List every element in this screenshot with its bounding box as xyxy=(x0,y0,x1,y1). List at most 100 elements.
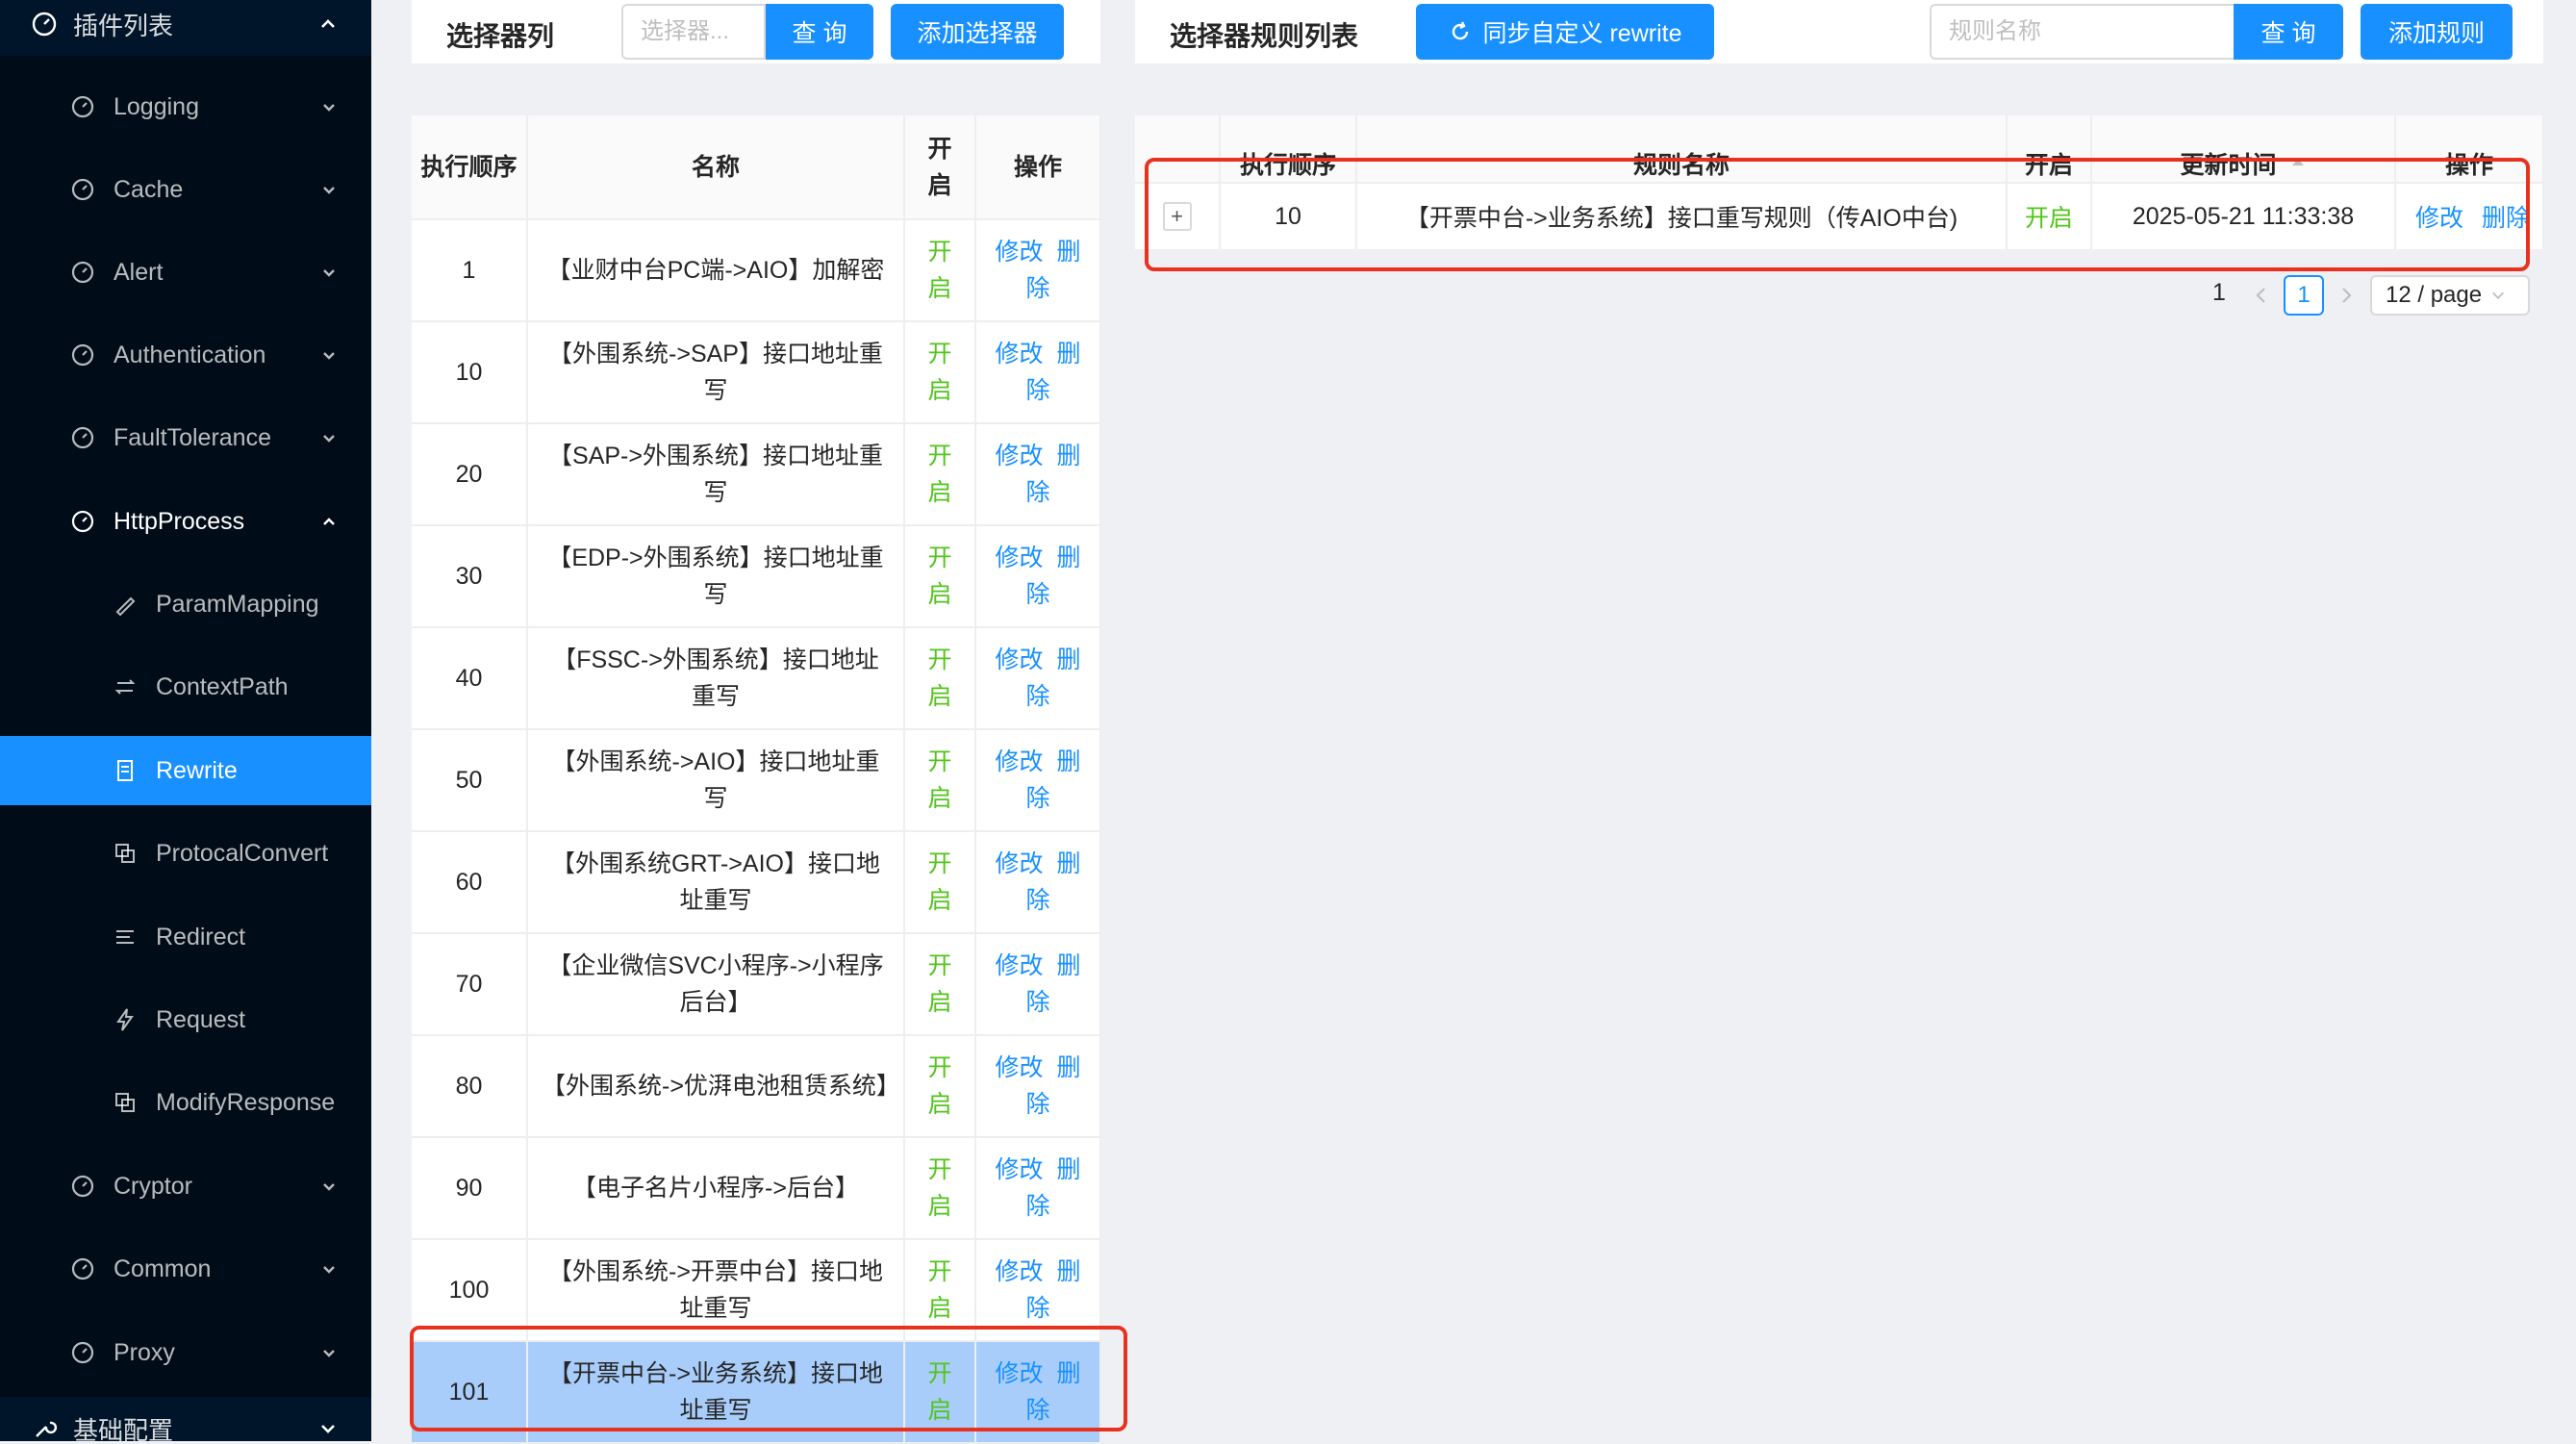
page-size-select[interactable]: 12 / page xyxy=(2370,275,2530,316)
edit-link[interactable]: 修改 xyxy=(995,1360,1043,1387)
table-row[interactable]: 80 【外围系统->优湃电池租赁系统】 开启 修改 删除 xyxy=(412,1035,1101,1138)
chevron-right-icon[interactable] xyxy=(2334,283,2359,308)
rule-query-button[interactable]: 查 询 xyxy=(2234,4,2343,60)
add-selector-button[interactable]: 添加选择器 xyxy=(891,4,1064,60)
sidebar-group-plugins[interactable]: 插件列表 xyxy=(0,0,371,56)
table-row[interactable]: 60 【外围系统GRT->AIO】接口地址重写 开启 修改 删除 xyxy=(412,831,1101,934)
enabled-label: 开启 xyxy=(927,443,952,506)
swap-icon xyxy=(114,679,136,695)
chevron-up-icon xyxy=(321,19,335,28)
sidebar-item-httpprocess[interactable]: HttpProcess xyxy=(0,487,371,556)
table-row[interactable]: 101 【开票中台->业务系统】接口地址重写 开启 修改 删除 xyxy=(412,1341,1101,1444)
chevron-down-icon xyxy=(321,1425,335,1433)
sidebar-item-redirect[interactable]: Redirect xyxy=(0,902,371,972)
dashboard-icon xyxy=(71,178,94,201)
selector-enabled-cell: 开启 xyxy=(904,1341,976,1444)
edit-link[interactable]: 修改 xyxy=(995,850,1043,877)
enabled-label: 开启 xyxy=(927,1360,952,1424)
column-header-order: 执行顺序 xyxy=(1220,115,1357,184)
sidebar-item-faulttolerance[interactable]: FaultTolerance xyxy=(0,403,371,472)
edit-link[interactable]: 修改 xyxy=(995,341,1043,367)
edit-link[interactable]: 修改 xyxy=(995,952,1043,979)
selector-enabled-cell: 开启 xyxy=(904,1239,976,1342)
edit-link[interactable]: 修改 xyxy=(995,239,1043,266)
selector-name-cell: 【外围系统GRT->AIO】接口地址重写 xyxy=(527,831,905,934)
selector-actions-cell: 修改 删除 xyxy=(975,933,1101,1036)
chevron-down-icon xyxy=(323,104,335,112)
selector-name-cell: 【开票中台->业务系统】接口地址重写 xyxy=(527,1341,905,1444)
edit-link[interactable]: 修改 xyxy=(995,1258,1043,1285)
selector-panel-title: 选择器列 xyxy=(446,21,555,51)
table-row[interactable]: 100 【外围系统->开票中台】接口地址重写 开启 修改 删除 xyxy=(412,1239,1101,1342)
sidebar-item-alert[interactable]: Alert xyxy=(0,238,371,307)
sort-icon[interactable] xyxy=(2290,157,2306,176)
sync-icon xyxy=(1452,21,1468,40)
sidebar-item-label: Cryptor xyxy=(114,1172,192,1200)
column-header-order: 执行顺序 xyxy=(412,115,528,220)
table-row[interactable]: 40 【FSSC->外围系统】接口地址重写 开启 修改 删除 xyxy=(412,627,1101,730)
sidebar-item-request[interactable]: Request xyxy=(0,985,371,1054)
table-row[interactable]: 30 【EDP->外围系统】接口地址重写 开启 修改 删除 xyxy=(412,525,1101,628)
enabled-label: 开启 xyxy=(927,952,952,1016)
sidebar-item-parammapping[interactable]: ParamMapping xyxy=(0,570,371,639)
sidebar-item-common[interactable]: Common xyxy=(0,1234,371,1304)
sidebar-item-protocalconvert[interactable]: ProtocalConvert xyxy=(0,819,371,888)
table-row[interactable]: 70 【企业微信SVC小程序->小程序后台】 开启 修改 删除 xyxy=(412,933,1101,1036)
rule-search-input[interactable] xyxy=(1930,4,2241,60)
dashboard-icon xyxy=(32,12,57,37)
sidebar-item-label: ProtocalConvert xyxy=(156,839,329,867)
selector-query-button[interactable]: 查 询 xyxy=(766,4,873,60)
selector-enabled-cell: 开启 xyxy=(904,219,976,322)
sidebar-item-logging[interactable]: Logging xyxy=(0,72,371,141)
edit-link[interactable]: 修改 xyxy=(995,1054,1043,1081)
edit-link[interactable]: 修改 xyxy=(995,443,1043,469)
page-size-value: 12 / page xyxy=(2386,282,2483,308)
rule-actions-cell: 修改 删除 xyxy=(2395,183,2543,250)
table-row[interactable]: 90 【电子名片小程序->后台】 开启 修改 删除 xyxy=(412,1137,1101,1240)
dashboard-icon xyxy=(71,1257,94,1280)
sidebar-group-label: 基础配置 xyxy=(73,1415,174,1442)
enabled-label: 开启 xyxy=(927,341,952,404)
expand-row-button[interactable]: + xyxy=(1162,202,1192,231)
sync-rewrite-button[interactable]: 同步自定义 rewrite xyxy=(1416,4,1714,60)
edit-link[interactable]: 修改 xyxy=(995,545,1043,571)
dashboard-icon xyxy=(71,1175,94,1198)
sidebar-item-authentication[interactable]: Authentication xyxy=(0,320,371,390)
table-row[interactable]: + 10 【开票中台->业务系统】接口重写规则（传AIO中台) 开启 2025-… xyxy=(1135,183,2543,250)
sidebar-item-rewrite[interactable]: Rewrite xyxy=(0,736,371,805)
delete-link[interactable]: 删除 xyxy=(2482,205,2530,232)
sidebar-item-label: Common xyxy=(114,1254,212,1282)
rule-name-cell: 【开票中台->业务系统】接口重写规则（传AIO中台) xyxy=(1356,183,2008,250)
table-row[interactable]: 20 【SAP->外围系统】接口地址重写 开启 修改 删除 xyxy=(412,423,1101,526)
sidebar-item-contextpath[interactable]: ContextPath xyxy=(0,652,371,722)
selector-enabled-cell: 开启 xyxy=(904,627,976,730)
sidebar-item-cryptor[interactable]: Cryptor xyxy=(0,1152,371,1221)
dashboard-icon xyxy=(71,343,94,367)
add-rule-button[interactable]: 添加规则 xyxy=(2361,4,2513,60)
selector-actions-cell: 修改 删除 xyxy=(975,423,1101,526)
sidebar-item-label: Cache xyxy=(114,175,184,203)
selector-actions-cell: 修改 删除 xyxy=(975,525,1101,628)
column-header-updated-label: 更新时间 xyxy=(2180,152,2277,179)
column-header-updated[interactable]: 更新时间 xyxy=(2091,115,2396,184)
table-row[interactable]: 1 【业财中台PC端->AIO】加解密 开启 修改 删除 xyxy=(412,219,1101,322)
edit-link[interactable]: 修改 xyxy=(2415,205,2463,232)
pagination-current-page[interactable]: 1 xyxy=(2284,275,2324,316)
selector-search-input[interactable] xyxy=(621,4,766,60)
table-row[interactable]: 50 【外围系统->AIO】接口地址重写 开启 修改 删除 xyxy=(412,729,1101,832)
selector-order-cell: 70 xyxy=(412,933,528,1036)
chevron-up-icon xyxy=(323,518,335,525)
chevron-down-icon xyxy=(323,1183,335,1191)
chevron-left-icon[interactable] xyxy=(2249,283,2274,308)
pagination-total: 1 xyxy=(2212,279,2226,306)
sidebar-item-cache[interactable]: Cache xyxy=(0,155,371,224)
sidebar-item-proxy[interactable]: Proxy xyxy=(0,1318,371,1387)
edit-link[interactable]: 修改 xyxy=(995,646,1043,673)
sidebar-group-label: 插件列表 xyxy=(73,11,174,40)
edit-link[interactable]: 修改 xyxy=(995,748,1043,775)
selector-order-cell: 60 xyxy=(412,831,528,934)
sidebar-group-basic-config[interactable]: 基础配置 xyxy=(0,1397,371,1441)
sidebar-item-modifyresponse[interactable]: ModifyResponse xyxy=(0,1068,371,1137)
table-row[interactable]: 10 【外围系统->SAP】接口地址重写 开启 修改 删除 xyxy=(412,321,1101,424)
edit-link[interactable]: 修改 xyxy=(995,1156,1043,1183)
